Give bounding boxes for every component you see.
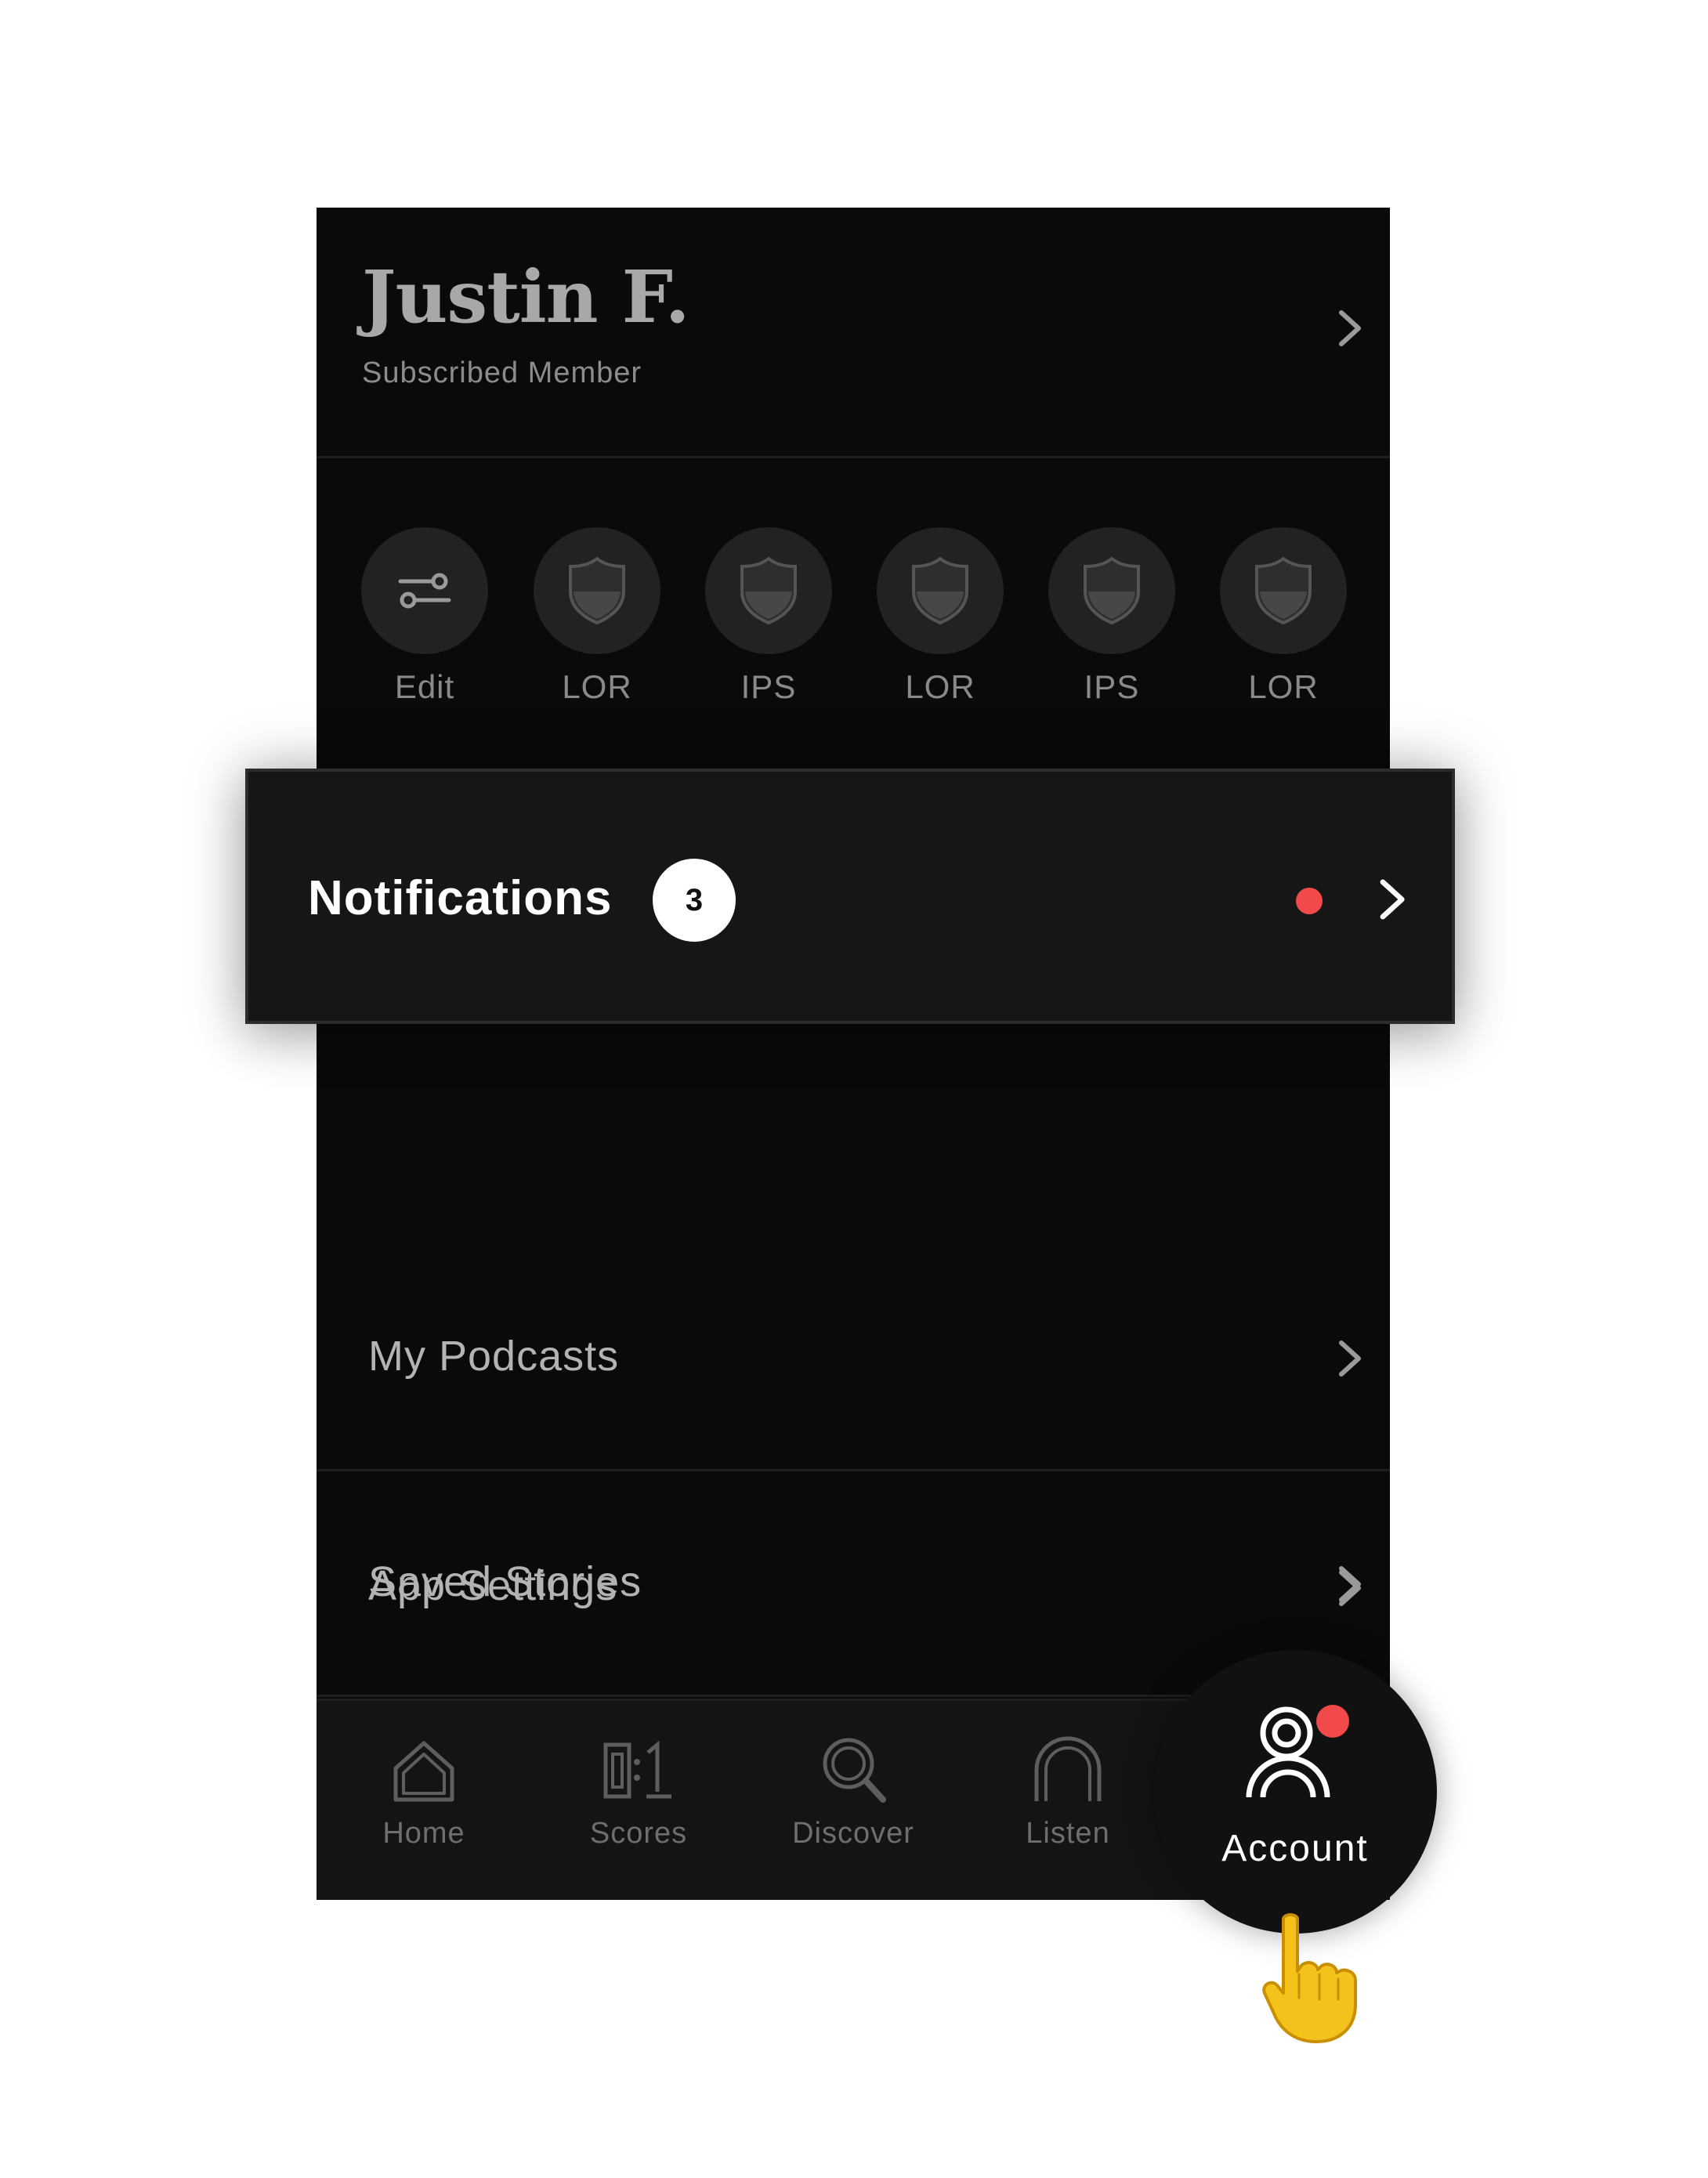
chevron-right-icon — [1327, 1337, 1371, 1380]
tab-account[interactable]: Account — [1153, 1650, 1437, 1934]
tab-label: Account — [1221, 1828, 1369, 1869]
badge-label: LOR — [1248, 668, 1319, 705]
badge-team[interactable]: LOR — [533, 527, 661, 706]
badge-team[interactable]: IPS — [704, 527, 833, 706]
chevron-right-icon — [1327, 1566, 1371, 1610]
badge-team[interactable]: LOR — [876, 527, 1004, 706]
tab-scores[interactable]: Scores — [531, 1701, 746, 1900]
badge-team[interactable]: IPS — [1048, 527, 1176, 706]
tab-label: Listen — [1026, 1817, 1110, 1850]
account-screen: Justin F. Subscribed Member Edit LOR IPS… — [317, 208, 1390, 1900]
badge-team[interactable]: LOR — [1219, 527, 1348, 706]
tab-label: Home — [382, 1817, 465, 1850]
shield-icon — [877, 527, 1004, 654]
shield-icon — [705, 527, 832, 654]
tab-label: Discover — [792, 1817, 914, 1850]
notifications-label: Notifications — [308, 871, 613, 925]
headphones-icon — [1029, 1731, 1107, 1809]
badge-label: IPS — [1084, 668, 1140, 705]
shield-icon — [534, 527, 660, 654]
menu-item-label: My Podcasts — [368, 1333, 620, 1380]
team-badges-row: Edit LOR IPS LOR IPS LOR — [317, 458, 1390, 717]
scores-icon — [599, 1731, 678, 1809]
notification-count-badge: 3 — [653, 859, 736, 942]
badge-label: Edit — [394, 668, 455, 705]
chevron-right-icon — [1327, 306, 1371, 350]
pointing-hand-icon — [1254, 1912, 1363, 2045]
account-notification-dot — [1316, 1705, 1349, 1738]
menu-item-my-podcasts[interactable]: My Podcasts — [317, 1246, 1390, 1471]
sliders-icon — [361, 527, 488, 654]
shield-icon — [1048, 527, 1175, 654]
tab-discover[interactable]: Discover — [746, 1701, 961, 1900]
shield-icon — [1220, 527, 1347, 654]
profile-header[interactable]: Justin F. Subscribed Member — [317, 208, 1390, 458]
membership-status: Subscribed Member — [362, 356, 642, 389]
menu-item-label: App Settings — [368, 1562, 618, 1609]
search-icon — [814, 1731, 892, 1809]
unread-indicator-dot — [1296, 888, 1323, 914]
tab-listen[interactable]: Listen — [961, 1701, 1175, 1900]
badge-label: LOR — [562, 668, 632, 705]
home-icon — [385, 1731, 463, 1809]
badge-label: IPS — [740, 668, 797, 705]
badge-label: LOR — [905, 668, 975, 705]
tab-home[interactable]: Home — [317, 1701, 531, 1900]
tab-label: Scores — [589, 1817, 688, 1850]
chevron-right-icon — [1367, 875, 1416, 924]
badge-edit[interactable]: Edit — [360, 527, 489, 706]
profile-name: Justin F. — [362, 255, 690, 339]
menu-item-notifications[interactable]: Notifications 3 — [245, 769, 1455, 1024]
